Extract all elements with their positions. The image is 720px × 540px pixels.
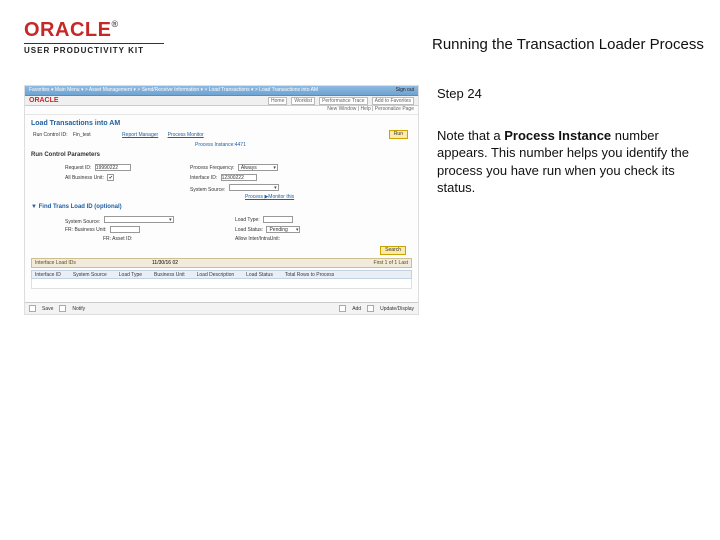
ss-load-type-label: Load Type:	[235, 217, 260, 223]
ss-top-nav: Favorites ▾ Main Menu ▾ > Asset Manageme…	[25, 86, 418, 96]
ss-strip-title: Interface Load IDs	[35, 260, 76, 266]
ss-mini-oracle-logo: ORACLE	[25, 97, 59, 104]
ss-mini-tabs: Home Worklist Performance Trace Add to F…	[268, 97, 414, 105]
ss-run-button[interactable]: Run	[389, 130, 408, 139]
ss-search-button[interactable]: Search	[380, 246, 406, 255]
oracle-logo: ORACLE®	[24, 20, 164, 40]
brand-text: ORACLE	[24, 19, 111, 41]
ss-strip-nav[interactable]: First 1 of 1 Last	[374, 260, 408, 266]
ss-tab-perf[interactable]: Performance Trace	[319, 97, 368, 105]
ss-load-status-select[interactable]: Pending	[266, 226, 300, 233]
step-label: Step 24	[437, 85, 696, 103]
logo-subtitle: USER PRODUCTIVITY KIT	[24, 43, 164, 55]
ss-signout-link[interactable]: Sign out	[396, 87, 414, 93]
ss-grid-row	[31, 279, 412, 289]
ss-strip-date: 11/30/16 02	[152, 260, 178, 266]
ss-all-bu-checkbox[interactable]: ✔	[107, 174, 114, 181]
ss-process-freq-select[interactable]: Always	[238, 164, 278, 171]
ss-report-manager-link[interactable]: Report Manager	[122, 132, 158, 138]
ss-loadids-strip: Interface Load IDs 11/30/16 02 First 1 o…	[31, 258, 412, 268]
instruction-note: Note that a Process Instance number appe…	[437, 127, 696, 197]
ss-save-label[interactable]: Save	[42, 306, 53, 312]
ss-page-heading: Load Transactions into AM	[31, 120, 120, 127]
ss-load-type-input[interactable]	[263, 216, 293, 223]
ss-run-params-title: Run Control Parameters	[31, 152, 100, 158]
ss-interface-id-label: Interface ID:	[190, 175, 217, 181]
ss-process-freq-label: Process Frequency:	[190, 165, 234, 171]
ss-system-source-label: System Source:	[190, 187, 225, 193]
ss-process-monitor-this[interactable]: Process ▶Monitor this	[245, 194, 294, 200]
update-icon[interactable]	[367, 305, 374, 312]
ss-grid-header: Interface ID System Source Load Type Bus…	[31, 270, 412, 279]
ss-breadcrumb: Favorites ▾ Main Menu ▾ > Asset Manageme…	[29, 87, 318, 95]
page-title: Running the Transaction Loader Process	[212, 28, 704, 53]
save-icon[interactable]	[29, 305, 36, 312]
ss-tab-home[interactable]: Home	[268, 97, 287, 105]
app-screenshot: Favorites ▾ Main Menu ▾ > Asset Manageme…	[24, 85, 419, 315]
ss-bottom-toolbar: Save Notify Add Update/Display	[25, 302, 418, 314]
instruction-pane: Step 24 Note that a Process Instance num…	[437, 85, 696, 197]
ss-col-load-desc: Load Description	[197, 272, 235, 278]
ss-fr-asset-label: FR: Asset ID:	[103, 236, 132, 242]
ss-col-system-source: System Source	[73, 272, 107, 278]
ss-system-source-select[interactable]	[229, 184, 279, 191]
ss-process-instance: Process Instance:4471	[195, 142, 246, 148]
oracle-logo-block: ORACLE® USER PRODUCTIVITY KIT	[24, 20, 164, 55]
ss-second-bar: ORACLE Home Worklist Performance Trace A…	[25, 96, 418, 106]
ss-request-id-label: Request ID:	[65, 165, 91, 171]
add-icon[interactable]	[339, 305, 346, 312]
ss-tab-fav[interactable]: Add to Favorites	[372, 97, 414, 105]
ss-col-load-type: Load Type	[119, 272, 142, 278]
ss-add-label[interactable]: Add	[352, 306, 361, 312]
ss-update-label[interactable]: Update/Display	[380, 306, 414, 312]
notify-icon[interactable]	[59, 305, 66, 312]
ss-request-id-input[interactable]: 19990222	[95, 164, 131, 171]
ss-load-status-label: Load Status:	[235, 227, 263, 233]
ss-system-source2-select[interactable]	[104, 216, 174, 223]
ss-process-monitor-link[interactable]: Process Monitor	[168, 132, 204, 138]
trademark-symbol: ®	[111, 19, 118, 29]
ss-col-business-unit: Business Unit	[154, 272, 185, 278]
ss-col-interface-id: Interface ID	[35, 272, 61, 278]
ss-runctl-label: Run Control ID:	[33, 132, 67, 138]
ss-allow-int-label: Allow Inter/IntraUnit:	[235, 236, 280, 242]
ss-notify-label[interactable]: Notify	[72, 306, 85, 312]
note-pre: Note that a	[437, 128, 504, 143]
ss-toolbar-links[interactable]: New Window | Help | Personalize Page	[25, 106, 418, 115]
note-bold: Process Instance	[504, 128, 611, 143]
ss-interface-id-input[interactable]: 12300222	[221, 174, 257, 181]
ss-all-bu-label: All Business Unit:	[65, 175, 104, 181]
ss-fr-bu-input[interactable]	[110, 226, 140, 233]
ss-system-source2-label: System Source:	[65, 219, 100, 225]
ss-find-title: Find Trans Load ID (optional)	[39, 204, 122, 210]
ss-tab-worklist[interactable]: Worklist	[291, 97, 315, 105]
ss-col-load-status: Load Status	[246, 272, 273, 278]
ss-col-total-rows: Total Rows to Process	[285, 272, 334, 278]
ss-runctl-value: Fin_test	[73, 132, 91, 138]
ss-fr-bu-label: FR: Business Unit:	[65, 227, 106, 233]
